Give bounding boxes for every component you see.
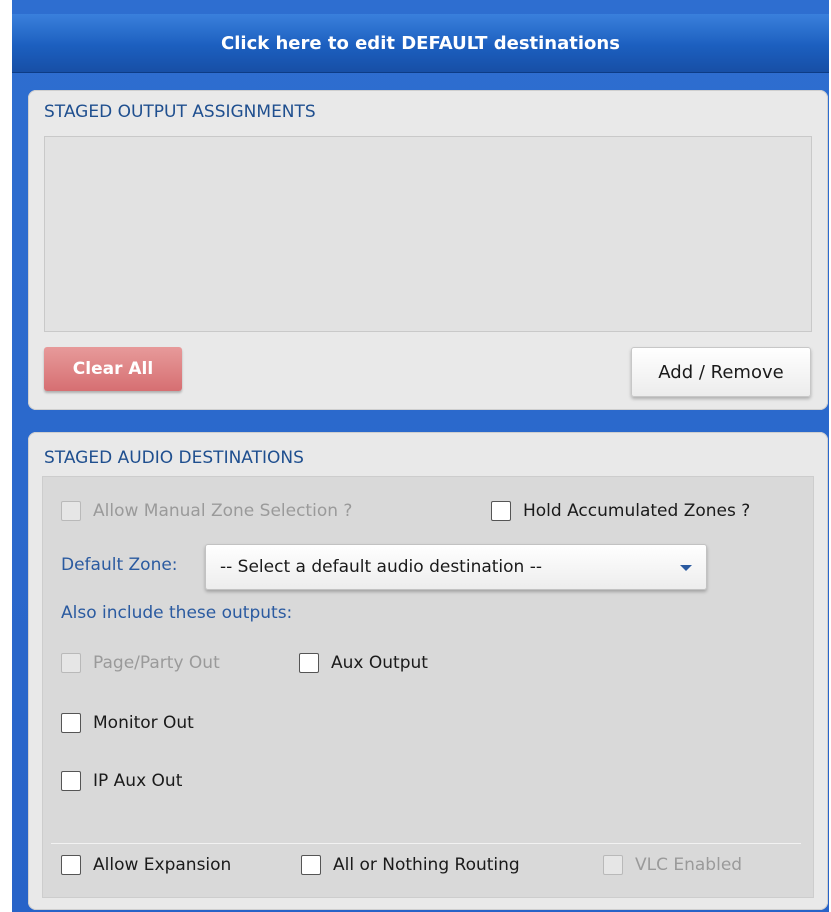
clear-all-button[interactable]: Clear All — [44, 347, 182, 391]
edit-default-destinations-button[interactable]: Click here to edit DEFAULT destinations — [12, 14, 829, 73]
aux-output-label: Aux Output — [331, 653, 428, 673]
audio-destinations-options: Allow Manual Zone Selection ? Hold Accum… — [42, 476, 814, 898]
allow-expansion-checkbox[interactable] — [61, 855, 81, 875]
options-divider — [51, 843, 801, 844]
page-party-out-label: Page/Party Out — [93, 653, 220, 673]
staged-audio-destinations-panel: STAGED AUDIO DESTINATIONS Allow Manual Z… — [28, 432, 828, 910]
destinations-frame: Click here to edit DEFAULT destinations … — [12, 0, 829, 912]
monitor-out-label: Monitor Out — [93, 713, 194, 733]
ip-aux-out-label: IP Aux Out — [93, 771, 183, 791]
monitor-out-checkbox[interactable] — [61, 713, 81, 733]
page-party-out-checkbox[interactable] — [61, 653, 81, 673]
all-or-nothing-label: All or Nothing Routing — [333, 855, 520, 875]
add-remove-button[interactable]: Add / Remove — [631, 347, 811, 397]
allow-expansion-label: Allow Expansion — [93, 855, 232, 875]
default-zone-select[interactable]: -- Select a default audio destination -- — [205, 544, 707, 590]
default-zone-value: -- Select a default audio destination -- — [220, 557, 542, 577]
dropdown-caret-icon — [680, 565, 692, 571]
vlc-enabled-label: VLC Enabled — [635, 855, 743, 875]
allow-manual-zone-checkbox[interactable] — [61, 501, 81, 521]
hold-accumulated-zones-label: Hold Accumulated Zones ? — [523, 501, 751, 521]
all-or-nothing-checkbox[interactable] — [301, 855, 321, 875]
staged-output-assignments-panel: STAGED OUTPUT ASSIGNMENTS Clear All Add … — [28, 90, 828, 410]
allow-manual-zone-label: Allow Manual Zone Selection ? — [93, 501, 353, 521]
aux-output-checkbox[interactable] — [299, 653, 319, 673]
default-zone-label: Default Zone: — [61, 555, 178, 575]
panel-title-audio-destinations: STAGED AUDIO DESTINATIONS — [44, 448, 304, 468]
hold-accumulated-zones-checkbox[interactable] — [491, 501, 511, 521]
panel-title-output-assignments: STAGED OUTPUT ASSIGNMENTS — [44, 102, 316, 122]
output-assignments-list[interactable] — [44, 136, 812, 332]
ip-aux-out-checkbox[interactable] — [61, 771, 81, 791]
include-outputs-label: Also include these outputs: — [61, 603, 293, 623]
vlc-enabled-checkbox[interactable] — [603, 855, 623, 875]
